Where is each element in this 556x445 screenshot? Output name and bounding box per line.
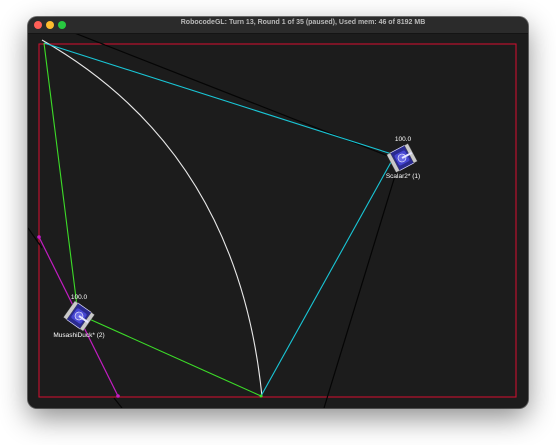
robot-musashiduck[interactable] [63, 300, 95, 332]
cyan-scan-line-top [43, 42, 396, 156]
robocode-window: RobocodeGL: Turn 13, Round 1 of 35 (paus… [28, 17, 528, 408]
battlefield-border [38, 43, 517, 398]
scalar2-name: Scalar2* (1) [386, 173, 420, 180]
musashiduck-energy: 100.0 [71, 294, 88, 301]
maximize-window-button[interactable] [58, 21, 66, 29]
dark-track-line-4 [113, 397, 123, 408]
cyan-scan-line-diag [260, 154, 396, 397]
minimize-window-button[interactable] [46, 21, 54, 29]
magenta-bullet-start [37, 235, 41, 239]
green-scan-line-bottom [77, 313, 262, 397]
magenta-bullet-end [116, 394, 120, 398]
battlefield-canvas[interactable]: 100.0 Scalar2* (1) 100.0 MusashiDuck* (2… [28, 34, 528, 408]
battlefield-svg: 100.0 Scalar2* (1) 100.0 MusashiDuck* (2… [28, 34, 517, 408]
musashiduck-name: MusashiDuck* (2) [53, 332, 104, 339]
close-window-button[interactable] [34, 21, 42, 29]
title-bar[interactable]: RobocodeGL: Turn 13, Round 1 of 35 (paus… [28, 17, 528, 34]
scalar2-energy: 100.0 [395, 136, 412, 143]
dark-track-line-2 [323, 165, 399, 408]
window-title: RobocodeGL: Turn 13, Round 1 of 35 (paus… [180, 19, 426, 26]
scan-convergence-point [259, 394, 263, 398]
green-scan-line-left [43, 42, 79, 315]
robot-scalar2[interactable] [386, 143, 418, 173]
